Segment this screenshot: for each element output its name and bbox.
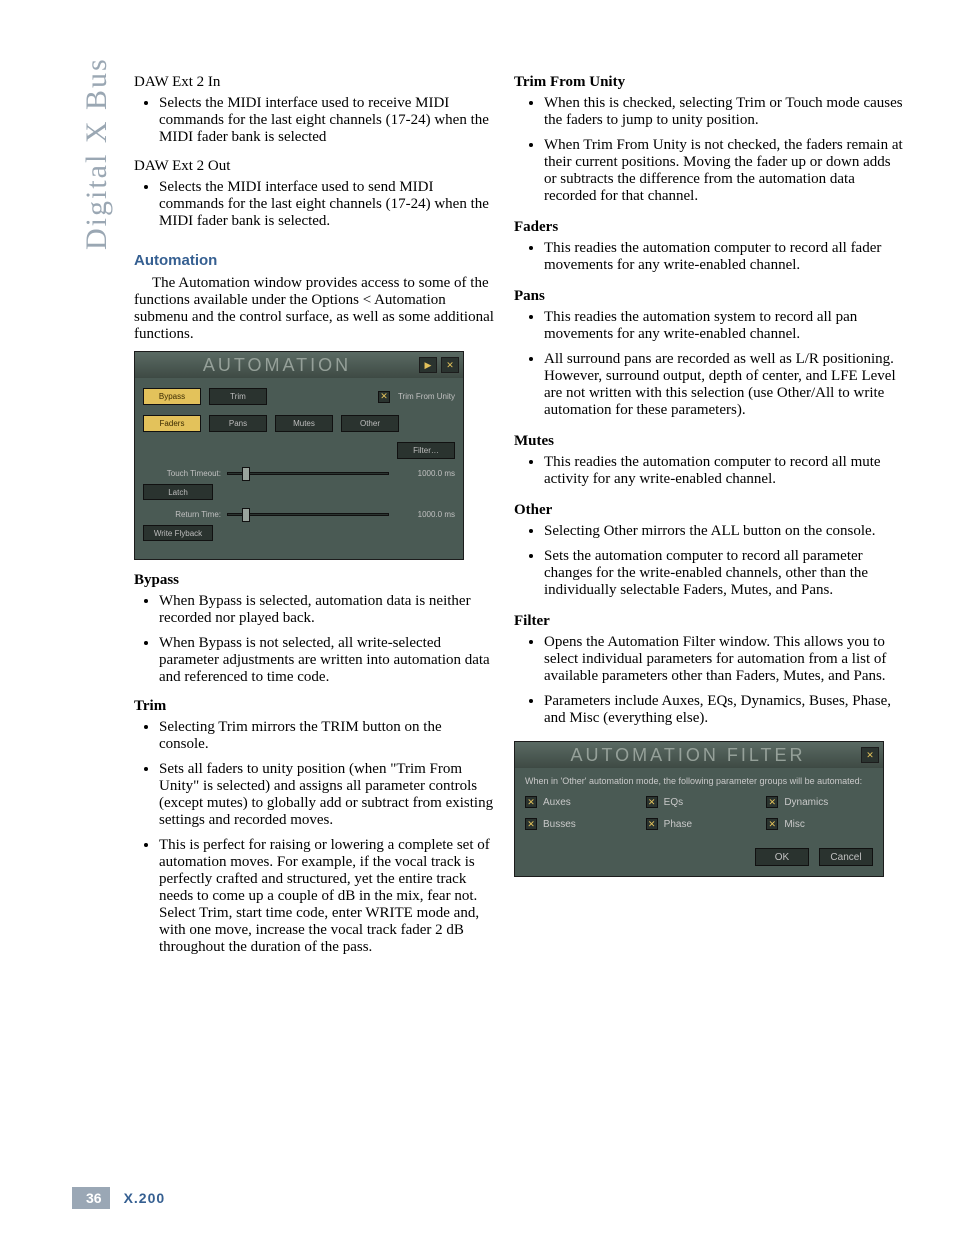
misc-checkbox[interactable]: ✕ (766, 818, 778, 830)
busses-label: Busses (543, 819, 576, 830)
trim-from-unity-heading: Trim From Unity (514, 74, 904, 91)
af-body: When in 'Other' automation mode, the fol… (515, 768, 883, 876)
daw-ext-2-in-bullet: Selects the MIDI interface used to recei… (159, 95, 494, 146)
faders-heading: Faders (514, 219, 904, 236)
pans-bullet-2: All surround pans are recorded as well a… (544, 351, 904, 419)
faders-bullet-1: This readies the automation computer to … (544, 240, 904, 274)
af-checkbox-grid: ✕ Auxes ✕ EQs ✕ Dynamics ✕ Busses ✕ Phase ✕ Mi… (525, 796, 873, 830)
filter-bullet-1: Opens the Automation Filter window. This… (544, 634, 904, 685)
close-button[interactable]: ✕ (441, 357, 459, 373)
model-label: X.200 (124, 1190, 166, 1206)
trim-button[interactable]: Trim (209, 388, 267, 405)
eqs-label: EQs (664, 797, 683, 808)
latch-button[interactable]: Latch (143, 484, 213, 500)
phase-label: Phase (664, 819, 692, 830)
other-button[interactable]: Other (341, 415, 399, 432)
play-button[interactable]: ▶ (419, 357, 437, 373)
af-titlebar: AUTOMATION FILTER ✕ (515, 742, 883, 768)
touch-timeout-label: Touch Timeout: (143, 469, 221, 478)
af-title: AUTOMATION FILTER (519, 745, 857, 766)
pans-heading: Pans (514, 288, 904, 305)
automation-intro-paragraph: The Automation window provides access to… (134, 275, 494, 343)
other-heading: Other (514, 502, 904, 519)
trim-from-unity-checkbox[interactable]: ✕ (378, 391, 390, 403)
tfu-bullet-2: When Trim From Unity is not checked, the… (544, 137, 904, 205)
automation-panel-body: Bypass Trim ✕ Trim From Unity Faders Pan… (135, 378, 463, 559)
trim-from-unity-label: Trim From Unity (398, 392, 455, 401)
af-description: When in 'Other' automation mode, the fol… (525, 776, 873, 786)
filter-button[interactable]: Filter… (397, 442, 455, 459)
page-footer: 36 X.200 (72, 1187, 165, 1209)
pans-button[interactable]: Pans (209, 415, 267, 432)
mutes-button[interactable]: Mutes (275, 415, 333, 432)
trim-heading: Trim (134, 698, 494, 715)
touch-timeout-value: 1000.0 ms (395, 469, 455, 478)
write-flyback-button[interactable]: Write Flyback (143, 525, 213, 541)
left-column: DAW Ext 2 In Selects the MIDI interface … (104, 74, 494, 968)
af-close-button[interactable]: ✕ (861, 747, 879, 763)
filter-bullet-2: Parameters include Auxes, EQs, Dynamics,… (544, 693, 904, 727)
phase-checkbox[interactable]: ✕ (646, 818, 658, 830)
touch-timeout-slider[interactable] (227, 472, 389, 475)
trim-bullet-3: This is perfect for raising or lowering … (159, 837, 494, 956)
automation-panel-title: AUTOMATION (139, 355, 415, 376)
trim-bullet-2: Sets all faders to unity position (when … (159, 761, 494, 829)
daw-ext-2-out-heading: DAW Ext 2 Out (134, 158, 494, 175)
eqs-checkbox[interactable]: ✕ (646, 796, 658, 808)
dynamics-checkbox[interactable]: ✕ (766, 796, 778, 808)
auxes-checkbox[interactable]: ✕ (525, 796, 537, 808)
daw-ext-2-out-bullet: Selects the MIDI interface used to send … (159, 179, 494, 230)
daw-ext-2-in-heading: DAW Ext 2 In (134, 74, 494, 91)
tfu-bullet-1: When this is checked, selecting Trim or … (544, 95, 904, 129)
busses-checkbox[interactable]: ✕ (525, 818, 537, 830)
trim-bullet-1: Selecting Trim mirrors the TRIM button o… (159, 719, 494, 753)
automation-filter-panel: AUTOMATION FILTER ✕ When in 'Other' auto… (514, 741, 884, 877)
other-bullet-1: Selecting Other mirrors the ALL button o… (544, 523, 904, 540)
automation-panel: AUTOMATION ▶ ✕ Bypass Trim ✕ Trim From U… (134, 351, 464, 560)
dynamics-label: Dynamics (784, 797, 828, 808)
automation-section-heading: Automation (134, 252, 494, 269)
other-bullet-2: Sets the automation computer to record a… (544, 548, 904, 599)
page-content: DAW Ext 2 In Selects the MIDI interface … (104, 74, 904, 968)
bypass-bullet-2: When Bypass is not selected, all write-s… (159, 635, 494, 686)
bypass-bullet-1: When Bypass is selected, automation data… (159, 593, 494, 627)
mutes-heading: Mutes (514, 433, 904, 450)
bypass-heading: Bypass (134, 572, 494, 589)
misc-label: Misc (784, 819, 805, 830)
right-column: Trim From Unity When this is checked, se… (514, 74, 904, 968)
return-time-value: 1000.0 ms (395, 510, 455, 519)
filter-heading: Filter (514, 613, 904, 630)
ok-button[interactable]: OK (755, 848, 809, 866)
bypass-button[interactable]: Bypass (143, 388, 201, 405)
pans-bullet-1: This readies the automation system to re… (544, 309, 904, 343)
return-time-slider[interactable] (227, 513, 389, 516)
faders-button[interactable]: Faders (143, 415, 201, 432)
cancel-button[interactable]: Cancel (819, 848, 873, 866)
auxes-label: Auxes (543, 797, 571, 808)
return-time-label: Return Time: (143, 510, 221, 519)
mutes-bullet-1: This readies the automation computer to … (544, 454, 904, 488)
automation-panel-titlebar: AUTOMATION ▶ ✕ (135, 352, 463, 378)
page-number-badge: 36 (72, 1187, 110, 1209)
